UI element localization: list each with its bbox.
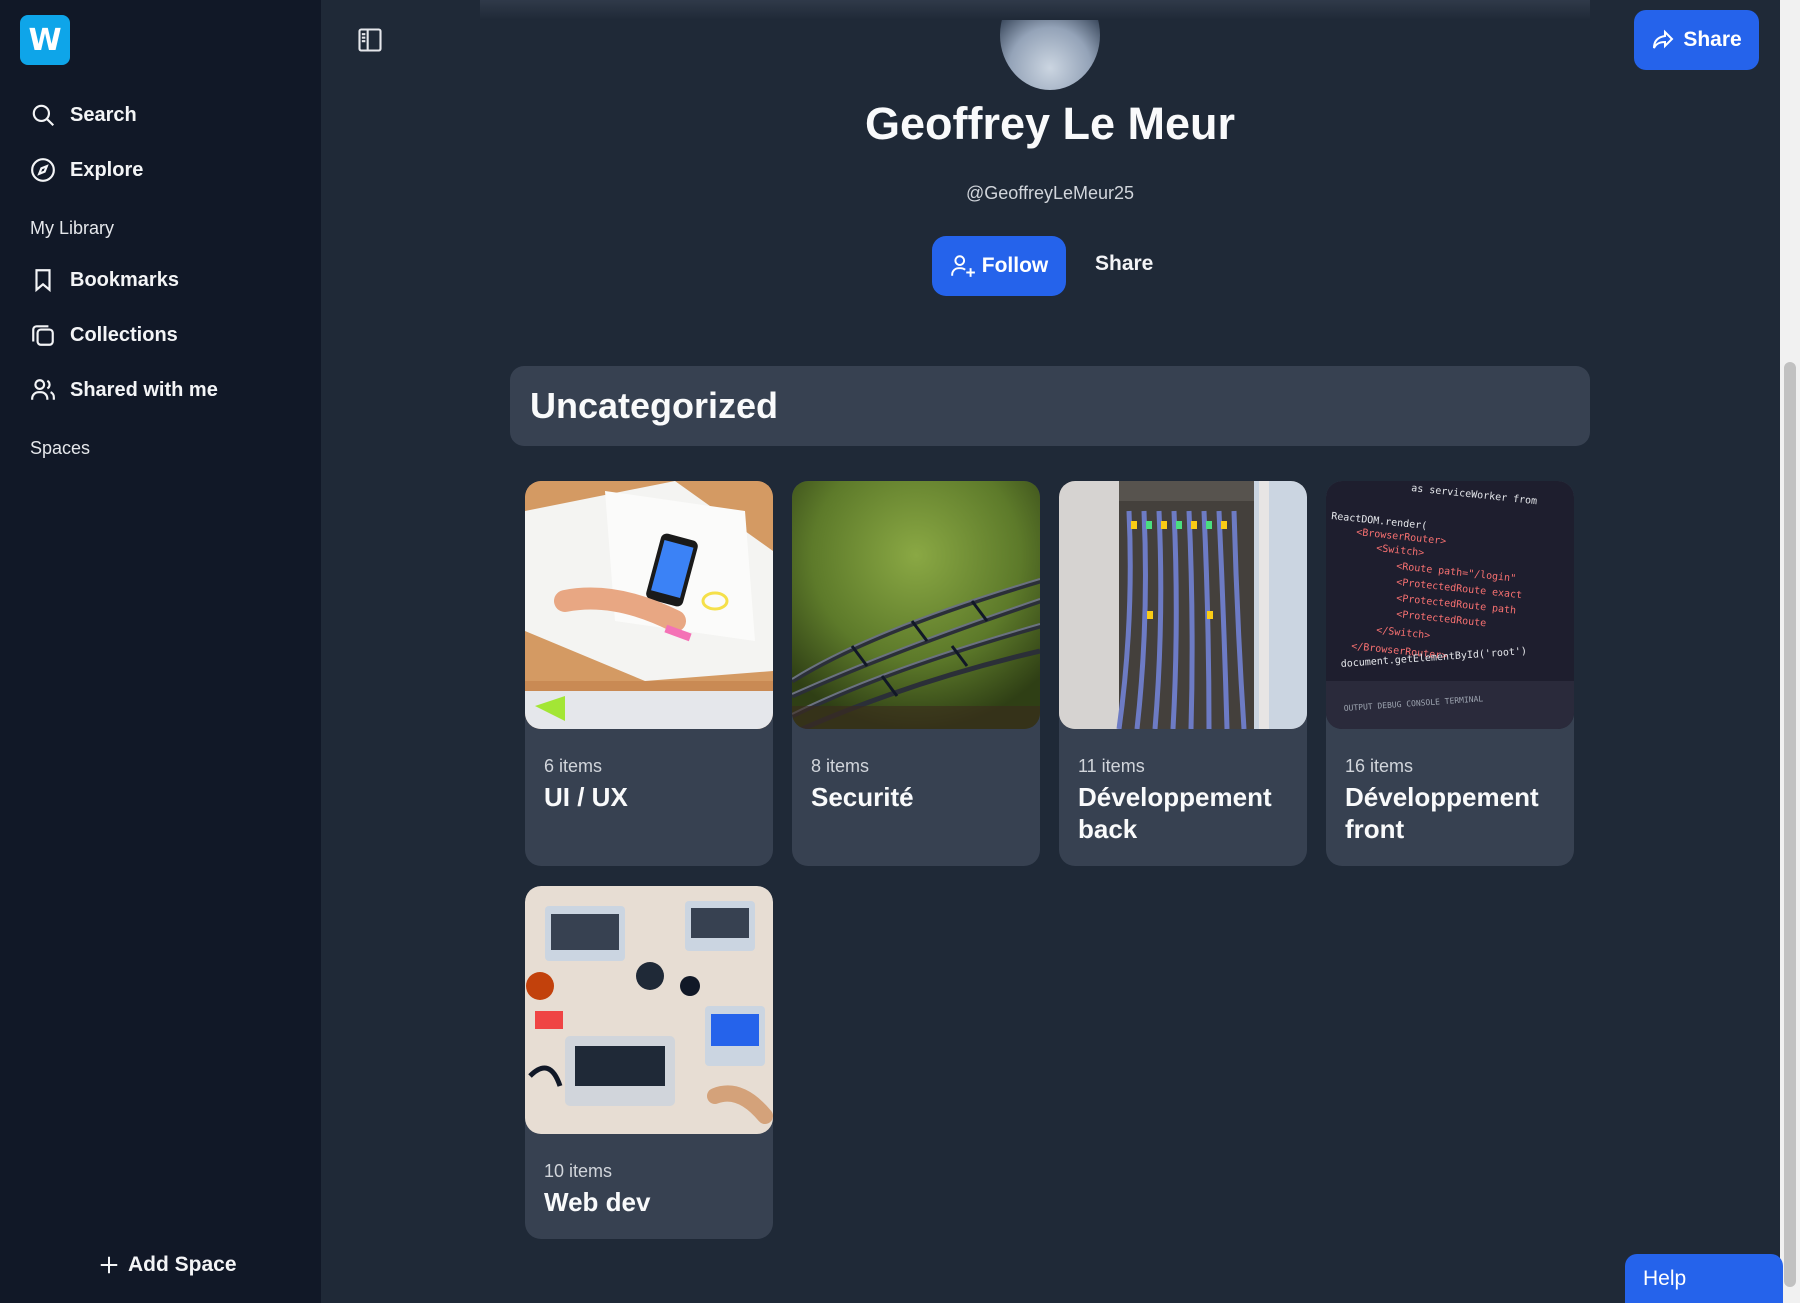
collection-card-dev-front[interactable]: as serviceWorker from ReactDOM.render( <…: [1326, 481, 1574, 866]
app-logo[interactable]: W: [20, 15, 70, 65]
bookmark-icon: [35, 269, 51, 293]
nav-collections[interactable]: Collections: [30, 315, 178, 355]
follow-label: Follow: [981, 254, 1049, 277]
add-space-label: Add Space: [128, 1253, 237, 1276]
category-header: Uncategorized: [510, 366, 1590, 446]
collection-count: 10 items: [544, 1161, 613, 1181]
follow-button[interactable]: Follow: [932, 236, 1066, 296]
collection-thumbnail: as serviceWorker from ReactDOM.render( <…: [1326, 481, 1574, 729]
nav-bookmarks[interactable]: Bookmarks: [30, 260, 179, 300]
profile-name: Geoffrey Le Meur: [864, 98, 1236, 149]
nav-collections-label: Collections: [70, 323, 178, 346]
collection-title: Web dev: [544, 1187, 651, 1217]
collection-thumbnail: [1059, 481, 1307, 729]
collection-count: 8 items: [811, 756, 870, 776]
collections-icon: [32, 325, 54, 346]
compass-icon: [31, 158, 55, 182]
plus-icon: [100, 1256, 118, 1274]
collection-title: UI / UX: [544, 782, 628, 812]
collection-title: Développement front: [1345, 782, 1539, 844]
collection-card-dev-back[interactable]: 11 items Développement back: [1059, 481, 1307, 866]
help-label: Help: [1643, 1266, 1687, 1290]
profile-handle: @GeoffreyLeMeur25: [965, 183, 1135, 203]
nav-shared-label: Shared with me: [70, 378, 218, 401]
scrollbar-thumb[interactable]: [1784, 362, 1796, 1287]
users-icon: [31, 379, 55, 400]
category-title: Uncategorized: [530, 385, 779, 426]
share-icon: [1653, 29, 1674, 49]
collection-title: Securité: [811, 782, 914, 812]
top-share-button[interactable]: Share: [1634, 10, 1759, 70]
nav-bookmarks-label: Bookmarks: [70, 268, 179, 291]
collection-card-web-dev[interactable]: 10 items Web dev: [525, 886, 773, 1239]
collection-title: Développement back: [1078, 782, 1272, 844]
collection-thumbnail: [792, 481, 1040, 729]
my-library-heading: My Library: [30, 218, 115, 238]
collection-count: 6 items: [544, 756, 603, 776]
profile-share-button[interactable]: Share: [1095, 252, 1153, 276]
add-user-icon: [950, 255, 975, 277]
help-button[interactable]: Help: [1625, 1254, 1783, 1303]
sidebar-toggle-icon[interactable]: [356, 26, 384, 54]
collection-card-securite[interactable]: 8 items Securité: [792, 481, 1040, 866]
nav-explore-label: Explore: [70, 158, 144, 181]
add-space-button[interactable]: Add Space: [98, 1248, 237, 1282]
collection-thumbnail: [525, 886, 773, 1134]
avatar: [1000, 20, 1100, 90]
collection-count: 11 items: [1078, 756, 1145, 776]
collection-card-ui-ux[interactable]: 6 items UI / UX: [525, 481, 773, 866]
nav-shared-with-me[interactable]: Shared with me: [30, 370, 218, 410]
collection-thumbnail: [525, 481, 773, 729]
header-shadow: [480, 0, 1590, 20]
collection-count: 16 items: [1345, 756, 1414, 776]
top-share-label: Share: [1683, 28, 1742, 51]
spaces-heading: Spaces: [30, 438, 91, 458]
